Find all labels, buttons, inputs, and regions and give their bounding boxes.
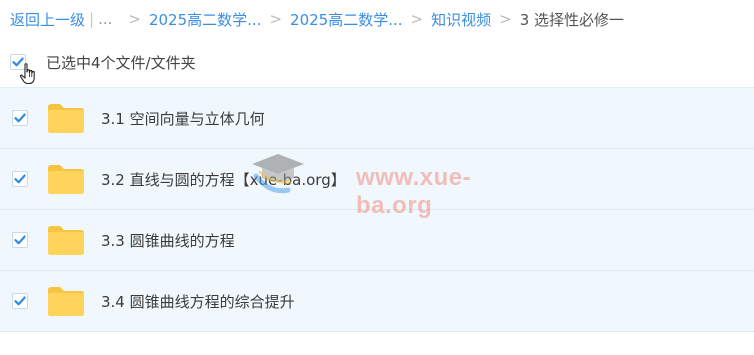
folder-icon — [48, 165, 84, 194]
breadcrumb-separator: > — [410, 10, 424, 28]
checkmark-icon — [14, 235, 26, 245]
list-item[interactable]: 3.3 圆锥曲线的方程 — [0, 210, 754, 271]
checkmark-icon — [14, 296, 26, 306]
back-link[interactable]: 返回上一级 — [10, 9, 85, 30]
list-item[interactable]: 3.1 空间向量与立体几何 — [0, 87, 754, 149]
breadcrumb-current: 3 选择性必修一 — [519, 10, 624, 29]
selection-count-label: 已选中4个文件/文件夹 — [46, 53, 196, 72]
checkmark-icon — [14, 113, 26, 123]
hand-cursor-icon — [19, 63, 35, 85]
file-name[interactable]: 3.3 圆锥曲线的方程 — [101, 230, 235, 251]
list-item[interactable]: 3.4 圆锥曲线方程的综合提升 — [0, 271, 754, 332]
list-item[interactable]: 3.2 直线与圆的方程【xue-ba.org】 — [0, 149, 754, 210]
breadcrumb-ellipsis[interactable]: ... — [98, 10, 112, 28]
breadcrumb: 返回上一级 | ... > 2025高二数学... > 2025高二数学... … — [10, 8, 624, 30]
item-checkbox[interactable] — [12, 171, 28, 187]
checkmark-icon — [14, 174, 26, 184]
folder-icon — [48, 226, 84, 255]
item-checkbox[interactable] — [12, 232, 28, 248]
item-checkbox[interactable] — [12, 110, 28, 126]
file-name[interactable]: 3.2 直线与圆的方程【xue-ba.org】 — [101, 169, 346, 190]
item-checkbox[interactable] — [12, 293, 28, 309]
breadcrumb-separator: > — [499, 10, 512, 28]
file-list: 3.1 空间向量与立体几何 3.2 直线与圆的方程【xue-ba.org】 3.… — [0, 87, 754, 332]
breadcrumb-item[interactable]: 2025高二数学... — [290, 9, 402, 30]
breadcrumb-separator: > — [269, 10, 283, 28]
breadcrumb-separator: > — [128, 10, 141, 28]
folder-icon — [48, 287, 84, 316]
breadcrumb-divider: | — [89, 10, 95, 28]
folder-icon — [48, 104, 84, 133]
breadcrumb-item[interactable]: 2025高二数学... — [149, 9, 261, 30]
file-name[interactable]: 3.1 空间向量与立体几何 — [101, 108, 265, 129]
breadcrumb-item[interactable]: 知识视频 — [431, 9, 491, 30]
file-name[interactable]: 3.4 圆锥曲线方程的综合提升 — [101, 291, 295, 312]
